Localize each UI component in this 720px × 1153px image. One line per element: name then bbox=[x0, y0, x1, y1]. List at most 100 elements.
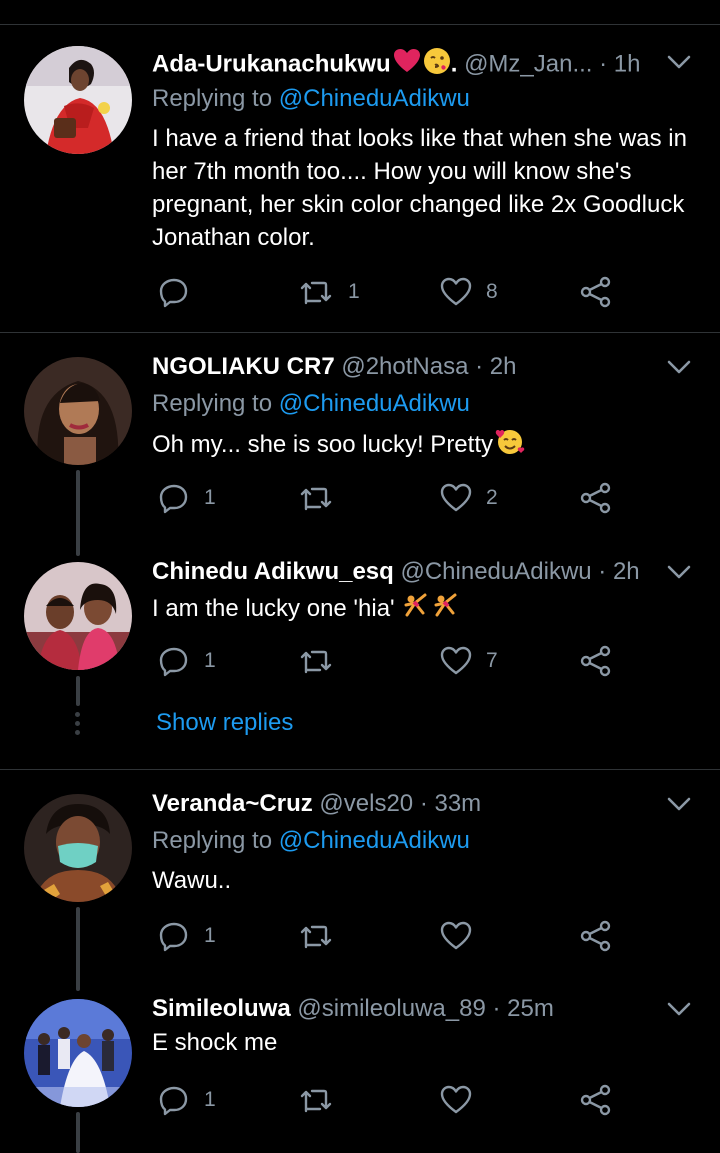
retweet-button[interactable] bbox=[298, 1080, 348, 1120]
kissing-face-icon bbox=[423, 47, 451, 83]
retweet-icon bbox=[300, 1089, 332, 1113]
share-button[interactable] bbox=[580, 478, 612, 518]
like-button[interactable] bbox=[440, 916, 486, 956]
handle[interactable]: @simileoluwa_89 bbox=[297, 995, 485, 1022]
display-name[interactable]: Veranda~Cruz bbox=[152, 790, 313, 817]
like-button[interactable] bbox=[440, 1080, 486, 1120]
tweet-header: Veranda~Cruz @vels20 · 33m bbox=[152, 789, 481, 819]
chevron-down-icon[interactable] bbox=[666, 559, 692, 585]
heart-icon bbox=[440, 921, 472, 950]
heart-icon bbox=[440, 277, 472, 306]
heart-icon bbox=[440, 646, 472, 675]
handle[interactable]: @ChineduAdikwu bbox=[400, 558, 591, 585]
chevron-down-icon[interactable] bbox=[666, 791, 692, 817]
replying-label: Replying to bbox=[152, 390, 273, 417]
retweet-button[interactable] bbox=[298, 478, 348, 518]
display-name[interactable]: Ada-Urukanachukwu bbox=[152, 50, 391, 77]
reply-button[interactable]: 1 bbox=[158, 641, 216, 681]
retweet-button[interactable] bbox=[298, 916, 348, 956]
person-cartwheeling-icon bbox=[433, 591, 461, 628]
handle[interactable]: @2hotNasa bbox=[341, 353, 468, 380]
share-icon bbox=[580, 482, 611, 514]
retweet-icon bbox=[300, 487, 332, 511]
show-replies-link[interactable]: Show replies bbox=[156, 709, 293, 737]
like-count: 2 bbox=[486, 486, 498, 509]
avatar[interactable] bbox=[24, 999, 132, 1107]
red-heart-icon bbox=[393, 48, 421, 82]
tweet-text: Oh my... she is soo lucky! Pretty bbox=[152, 430, 493, 458]
timestamp[interactable]: · 2h bbox=[475, 353, 516, 380]
thread-line bbox=[76, 907, 80, 991]
timestamp[interactable]: · 1h bbox=[599, 50, 640, 77]
retweet-button[interactable]: 1 bbox=[298, 272, 360, 312]
like-button[interactable]: 2 bbox=[440, 478, 498, 518]
handle[interactable]: @vels20 bbox=[319, 790, 413, 817]
more-replies-dots bbox=[75, 712, 81, 739]
tweet-actions: 1 7 bbox=[152, 641, 632, 681]
heart-icon bbox=[440, 1085, 472, 1114]
timestamp[interactable]: · 2h bbox=[598, 558, 639, 585]
share-icon bbox=[580, 276, 611, 308]
mention-link[interactable]: @ChineduAdikwu bbox=[279, 827, 470, 854]
chevron-down-icon[interactable] bbox=[666, 996, 692, 1022]
heart-icon bbox=[440, 483, 472, 512]
like-count: 7 bbox=[486, 649, 498, 672]
tweet-header: NGOLIAKU CR7 @2hotNasa · 2h bbox=[152, 352, 516, 382]
avatar[interactable] bbox=[24, 46, 132, 154]
like-button[interactable]: 8 bbox=[440, 272, 498, 312]
reply-count: 1 bbox=[204, 1088, 216, 1111]
reply-icon bbox=[159, 647, 188, 677]
handle[interactable]: @Mz_Jan... bbox=[464, 50, 592, 77]
chevron-down-icon[interactable] bbox=[666, 49, 692, 75]
reply-icon bbox=[159, 922, 188, 952]
retweet-icon bbox=[300, 650, 332, 674]
replying-to: Replying to @ChineduAdikwu bbox=[152, 84, 470, 114]
replying-to: Replying to @ChineduAdikwu bbox=[152, 826, 470, 856]
display-name-suffix: . bbox=[450, 50, 458, 78]
share-button[interactable] bbox=[580, 916, 612, 956]
mention-link[interactable]: @ChineduAdikwu bbox=[279, 85, 470, 112]
reply-button[interactable]: 1 bbox=[158, 1080, 216, 1120]
retweet-button[interactable] bbox=[298, 641, 348, 681]
smiling-face-with-hearts-icon bbox=[495, 426, 525, 465]
reply-icon bbox=[159, 484, 188, 514]
display-name[interactable]: Chinedu Adikwu_esq bbox=[152, 558, 394, 585]
share-button[interactable] bbox=[580, 1080, 612, 1120]
display-name[interactable]: NGOLIAKU CR7 bbox=[152, 353, 335, 380]
mention-link[interactable]: @ChineduAdikwu bbox=[279, 390, 470, 417]
tweet-text: E shock me bbox=[152, 1029, 278, 1056]
retweet-icon bbox=[300, 925, 332, 949]
thread-line bbox=[76, 470, 80, 556]
tweet-header: Ada-Urukanachukwu. @Mz_Jan... · 1h bbox=[152, 47, 641, 83]
tweet-actions: 1 bbox=[152, 916, 632, 956]
reply-button[interactable] bbox=[158, 272, 204, 312]
reply-count: 1 bbox=[204, 924, 216, 947]
tweet-text: I am the lucky one 'hia' bbox=[152, 594, 395, 622]
display-name[interactable]: Simileoluwa bbox=[152, 995, 291, 1022]
tweet-text: Wawu.. bbox=[152, 867, 232, 894]
tweet-actions: 1 2 bbox=[152, 478, 632, 518]
divider bbox=[0, 769, 720, 770]
avatar[interactable] bbox=[24, 794, 132, 902]
avatar[interactable] bbox=[24, 562, 132, 670]
reply-button[interactable]: 1 bbox=[158, 478, 216, 518]
share-icon bbox=[580, 1084, 611, 1116]
retweet-count: 1 bbox=[348, 280, 360, 303]
reply-count: 1 bbox=[204, 649, 216, 672]
person-cartwheeling-icon bbox=[403, 591, 431, 628]
replying-label: Replying to bbox=[152, 85, 273, 112]
tweet-header: Simileoluwa @simileoluwa_89 · 25m bbox=[152, 994, 554, 1024]
reply-button[interactable]: 1 bbox=[158, 916, 216, 956]
timestamp[interactable]: · 33m bbox=[420, 790, 481, 817]
timestamp[interactable]: · 25m bbox=[493, 995, 554, 1022]
like-button[interactable]: 7 bbox=[440, 641, 498, 681]
reply-icon bbox=[159, 1086, 188, 1116]
replying-label: Replying to bbox=[152, 827, 273, 854]
tweet-text-row: I am the lucky one 'hia' bbox=[152, 591, 692, 628]
tweet-actions: 1 bbox=[152, 1080, 632, 1120]
chevron-down-icon[interactable] bbox=[666, 354, 692, 380]
share-button[interactable] bbox=[580, 641, 612, 681]
like-count: 8 bbox=[486, 280, 498, 303]
avatar[interactable] bbox=[24, 357, 132, 465]
share-button[interactable] bbox=[580, 272, 612, 312]
